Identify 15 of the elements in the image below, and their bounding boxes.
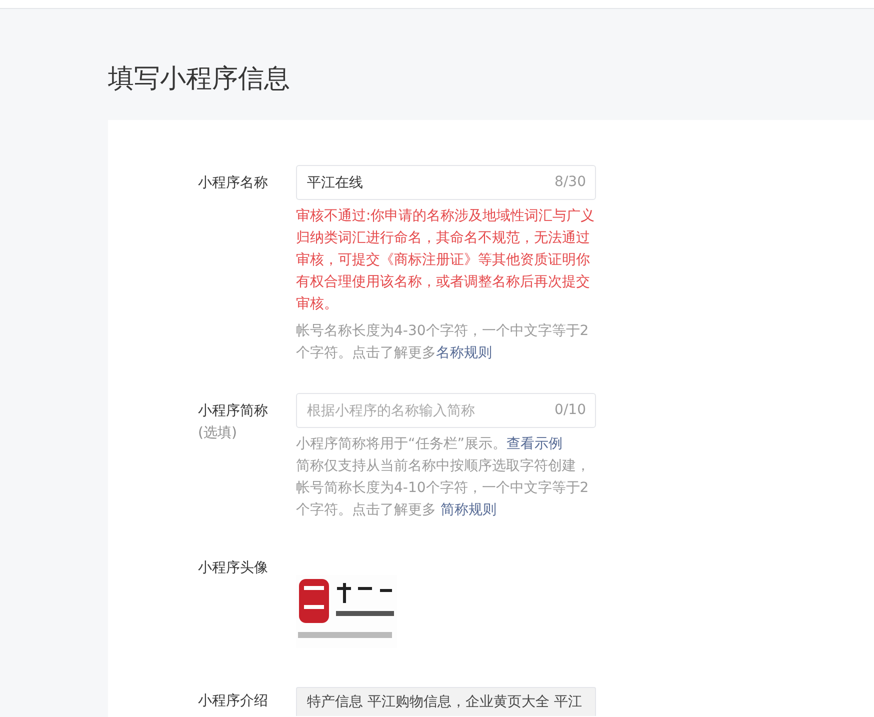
character-counter: 0/10 bbox=[554, 402, 586, 419]
rule-link[interactable]: 简称规则 bbox=[440, 502, 496, 518]
page-title: 填写小程序信息 bbox=[108, 63, 290, 95]
rule-link[interactable]: 名称规则 bbox=[436, 345, 492, 361]
error-message: 审核不通过:你申请的名称涉及地域性词汇与广义归纳类词汇进行命名，其命名不规范，无法通过审核，可提交《商标注册证》等其他资质证明你有权合理使用该名称，或者调整名称后再次提交审核。 bbox=[296, 207, 596, 314]
field-label: 小程序名称 bbox=[198, 174, 268, 193]
field-label: 小程序介绍 bbox=[198, 692, 268, 711]
optional-note: (选填) bbox=[198, 424, 237, 443]
field-label: 小程序头像 bbox=[198, 559, 268, 578]
hint-text: 小程序简称将用于“任务栏”展示。查看示例 bbox=[296, 435, 564, 454]
rule-link[interactable]: 查看示例 bbox=[506, 436, 563, 452]
hint-text: 简称仅支持从当前名称中按顺序选取字符创建，帐号简称长度为4-10个字符，一个中文字等于2个字符。点击了解更多 简称规则 bbox=[296, 457, 591, 520]
field-label: 小程序简称 bbox=[198, 402, 268, 421]
character-counter: 8/30 bbox=[554, 174, 586, 191]
hint-text: 帐号名称长度为4-30个字符，一个中文字等于2个字符。点击了解更多名称规则 bbox=[296, 322, 590, 363]
